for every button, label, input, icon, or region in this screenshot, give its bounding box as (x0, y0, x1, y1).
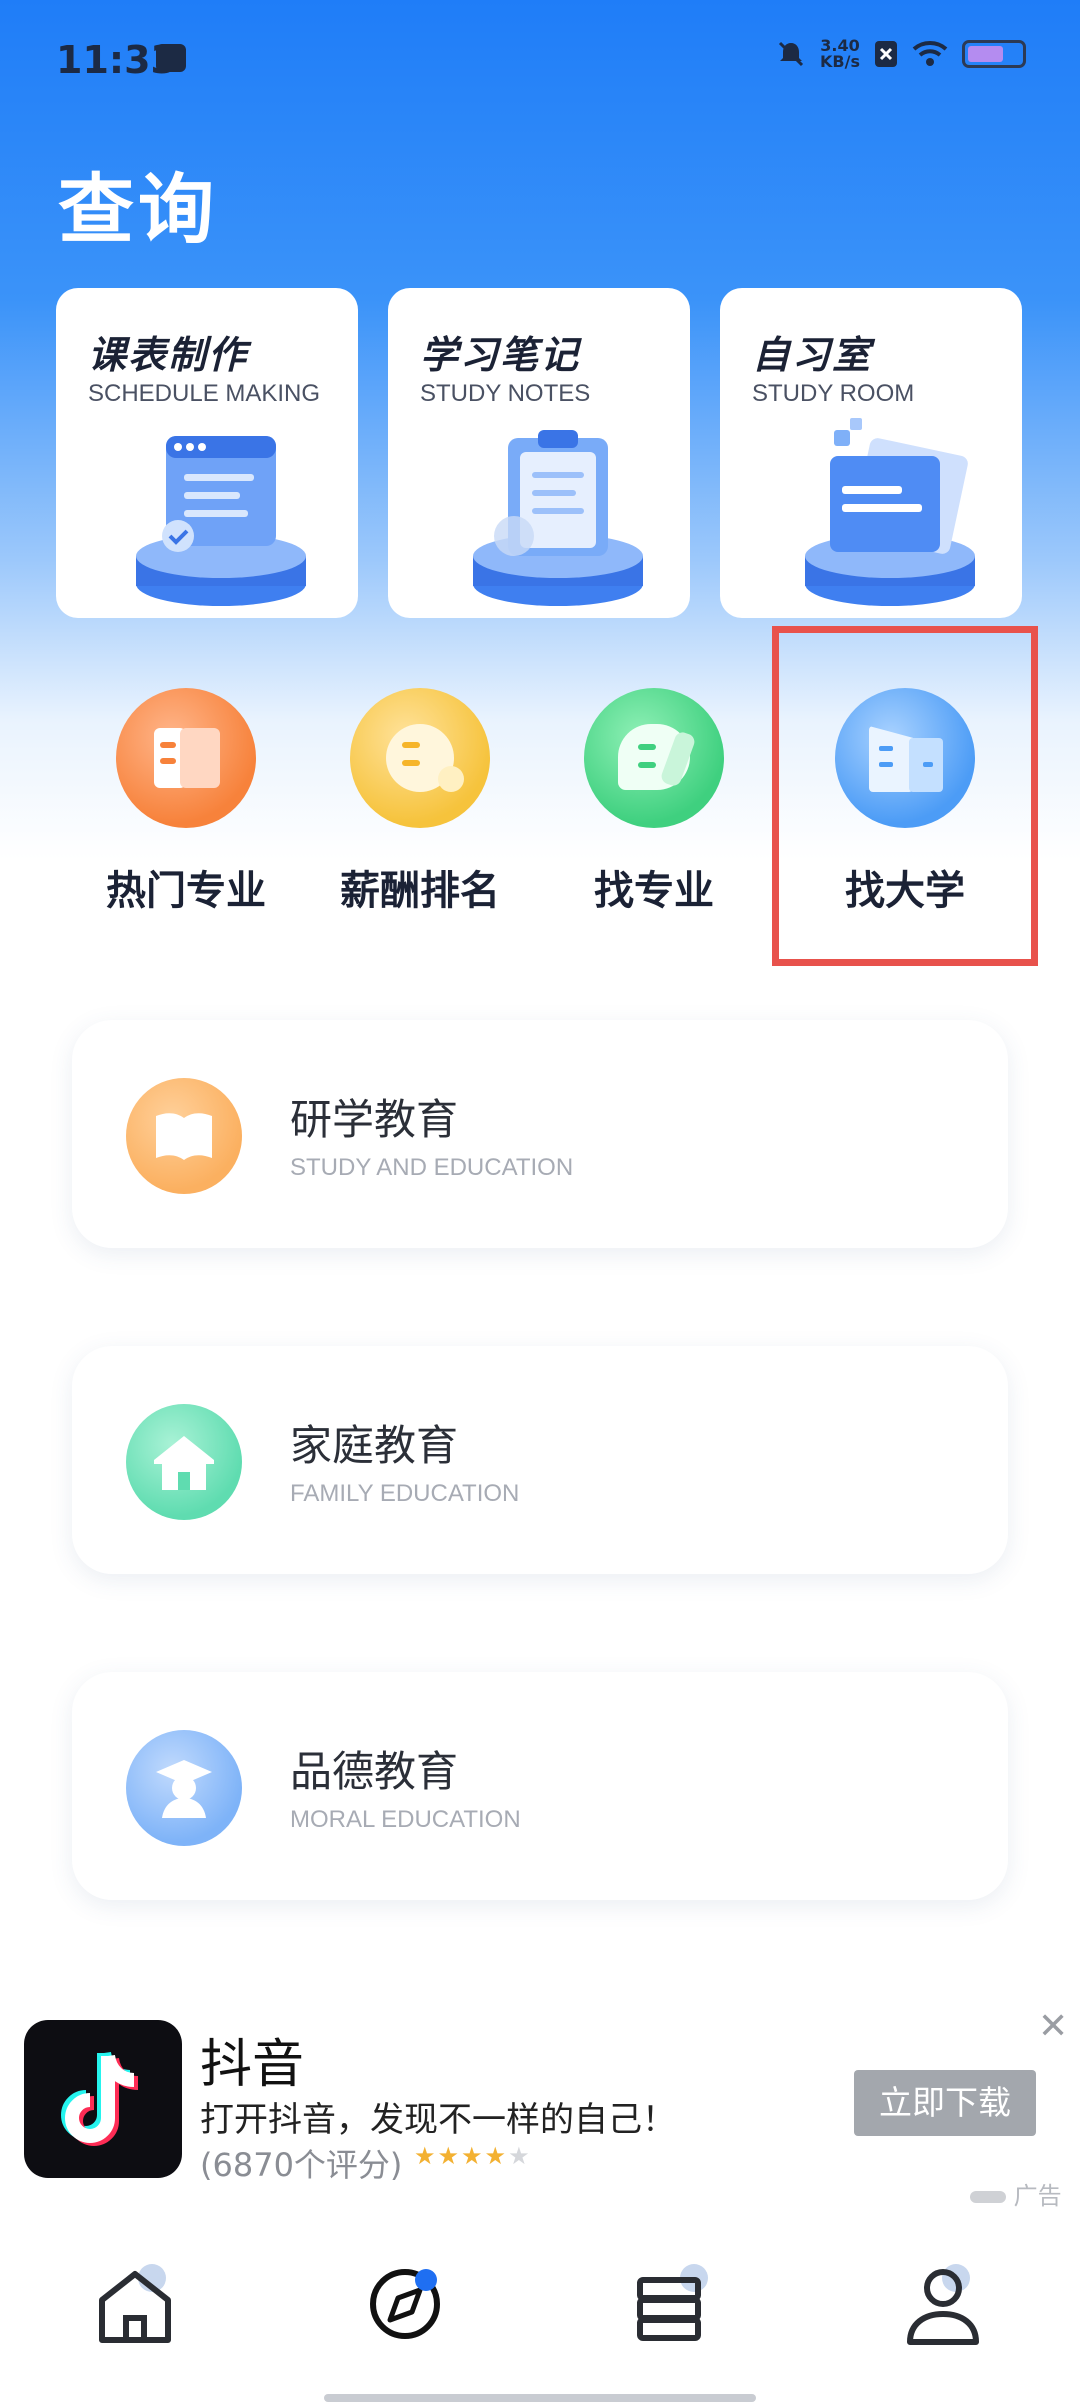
ad-source-icon (970, 2191, 1006, 2203)
mute-bell-icon (778, 41, 804, 67)
rating-stars: ★★★★★ (414, 2142, 532, 2170)
quick-entry-label: 找专业 (594, 868, 714, 914)
study-education-card[interactable]: 研学教育 STUDY AND EDUCATION (72, 1020, 1008, 1248)
sim-icon (875, 41, 897, 67)
card-title: 自习室 (752, 333, 873, 377)
folder-icon (805, 418, 975, 606)
study-notes-card[interactable]: 学习笔记 STUDY NOTES (388, 288, 690, 618)
ad-label: 广告 (1013, 2182, 1062, 2210)
nav-discover[interactable] (340, 2254, 470, 2354)
clipboard-icon (473, 430, 643, 606)
user-icon (907, 2264, 979, 2345)
home-indicator[interactable] (324, 2394, 756, 2402)
find-major-icon (584, 688, 724, 828)
list-subtitle: FAMILY EDUCATION (290, 1480, 520, 1507)
wifi-icon (912, 41, 948, 66)
card-subtitle: STUDY NOTES (420, 380, 591, 407)
family-education-card[interactable]: 家庭教育 FAMILY EDUCATION (72, 1346, 1008, 1574)
quick-entry-find-major[interactable]: 找专业 (539, 688, 769, 916)
card-title: 学习笔记 (420, 333, 581, 377)
book-icon (126, 1078, 242, 1194)
list-title: 研学教育 (290, 1095, 459, 1144)
nav-home[interactable] (70, 2254, 200, 2354)
ad-rating-count: (6870个评分) (200, 2146, 403, 2184)
hot-major-icon (116, 688, 256, 828)
list-subtitle: STUDY AND EDUCATION (290, 1154, 574, 1181)
quick-entry-salary-ranking[interactable]: 薪酬排名 (305, 688, 535, 916)
battery-icon (962, 40, 1026, 68)
quick-entry-label: 薪酬排名 (340, 868, 500, 914)
star-icon: ★ (414, 2142, 438, 2170)
status-indicators: 3.40 KB/s (776, 38, 1026, 70)
card-title: 课表制作 (88, 333, 249, 377)
card-subtitle: SCHEDULE MAKING (88, 380, 321, 407)
quick-entry-label: 热门专业 (106, 868, 266, 914)
schedule-icon (136, 436, 306, 606)
books-icon (637, 2264, 708, 2341)
star-icon: ★ (437, 2142, 462, 2170)
nav-profile[interactable] (878, 2254, 1008, 2354)
list-subtitle: MORAL EDUCATION (290, 1806, 521, 1833)
net-speed-unit: KB/s (820, 52, 860, 71)
quick-entry-hot-major[interactable]: 热门专业 (71, 688, 301, 916)
page-title: 查询 (58, 165, 218, 254)
ad-app-name[interactable]: 抖音 (200, 2022, 304, 2097)
schedule-making-card[interactable]: 课表制作 SCHEDULE MAKING (56, 288, 358, 618)
graduate-icon (126, 1730, 242, 1846)
card-subtitle: STUDY ROOM (752, 380, 915, 407)
salary-ranking-icon (350, 688, 490, 828)
net-speed: 3.40 KB/s (820, 38, 860, 70)
house-icon (126, 1404, 242, 1520)
list-title: 品德教育 (290, 1747, 459, 1796)
ad-description: 打开抖音，发现不一样的自己！ (200, 2100, 676, 2140)
compass-icon (370, 2269, 440, 2339)
selection-highlight (772, 626, 1038, 966)
notification-icon (156, 44, 186, 72)
nav-library[interactable] (606, 2254, 736, 2354)
home-icon (99, 2264, 171, 2343)
list-title: 家庭教育 (290, 1421, 459, 1470)
study-room-card[interactable]: 自习室 STUDY ROOM (720, 288, 1022, 618)
douyin-logo-icon[interactable] (24, 2020, 182, 2178)
star-icon: ★ (484, 2142, 509, 2170)
download-now-button[interactable]: 立即下载 (854, 2070, 1036, 2136)
moral-education-card[interactable]: 品德教育 MORAL EDUCATION (72, 1672, 1008, 1900)
ad-tag: 广告 (970, 2176, 1062, 2211)
star-icon: ★ (461, 2142, 485, 2170)
close-icon[interactable]: ✕ (1038, 2006, 1068, 2047)
star-empty-icon: ★ (508, 2142, 532, 2170)
